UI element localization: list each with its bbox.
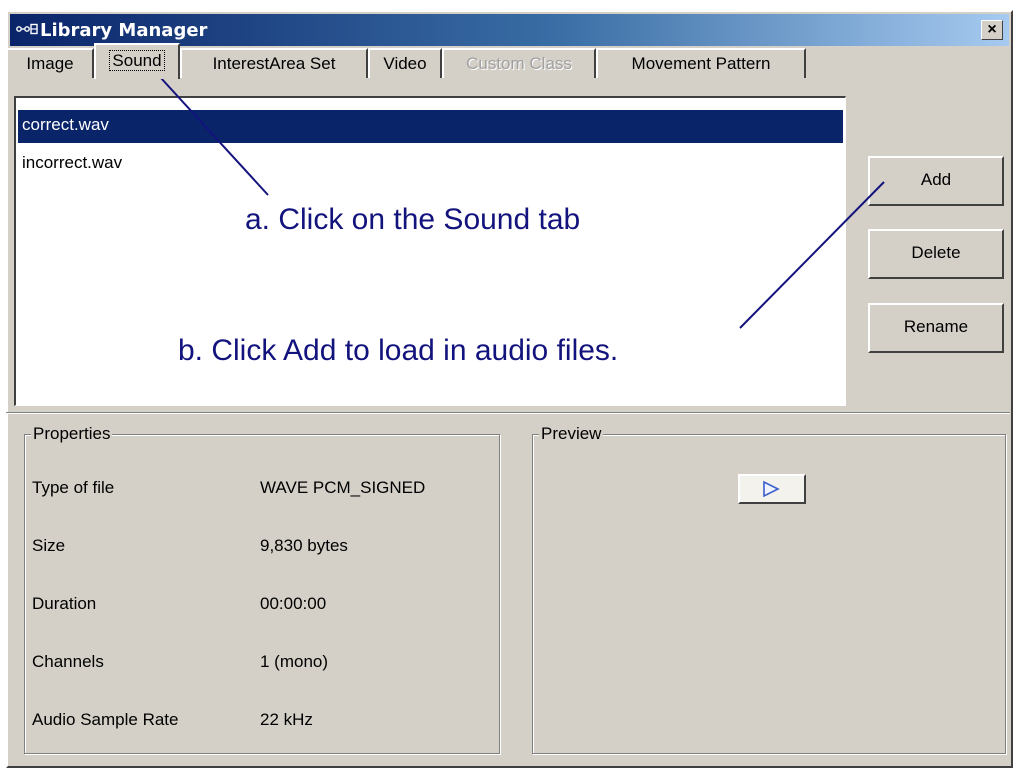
prop-name-size: Size bbox=[32, 536, 66, 555]
tab-image[interactable]: Image bbox=[6, 48, 94, 78]
annotation-a: a. Click on the Sound tab bbox=[245, 203, 581, 236]
tab-sound[interactable]: Sound bbox=[94, 43, 180, 79]
prop-value-type: WAVE PCM_SIGNED bbox=[260, 478, 426, 497]
prop-value-channels: 1 (mono) bbox=[260, 652, 329, 671]
prop-name-sample-rate: Audio Sample Rate bbox=[32, 710, 179, 729]
tab-movement-pattern[interactable]: Movement Pattern bbox=[596, 48, 806, 78]
prop-name-duration: Duration bbox=[32, 594, 97, 613]
tab-video[interactable]: Video bbox=[368, 48, 442, 78]
rename-button-label: Rename bbox=[903, 317, 969, 336]
annotation-b: b. Click Add to load in audio files. bbox=[178, 334, 619, 367]
prop-name-channels: Channels bbox=[32, 652, 104, 671]
delete-button[interactable]: Delete bbox=[868, 229, 1004, 279]
close-button[interactable]: × bbox=[981, 20, 1003, 40]
prop-value-duration: 00:00:00 bbox=[260, 594, 327, 613]
tab-strip: Image Sound InterestArea Set Video Custo… bbox=[6, 40, 1006, 79]
rename-button[interactable]: Rename bbox=[868, 303, 1004, 353]
tab-image-label: Image bbox=[26, 54, 74, 73]
preview-title: Preview bbox=[539, 424, 604, 444]
tab-movement-pattern-label: Movement Pattern bbox=[631, 54, 771, 73]
tab-video-label: Video bbox=[383, 54, 427, 73]
add-button-label: Add bbox=[920, 170, 952, 189]
tab-custom-class-label: Custom Class bbox=[466, 54, 572, 73]
list-item-label: correct.wav bbox=[22, 115, 109, 134]
list-item[interactable]: incorrect.wav bbox=[18, 148, 843, 181]
play-icon bbox=[763, 480, 780, 498]
library-manager-icon bbox=[16, 23, 38, 35]
prop-value-size: 9,830 bytes bbox=[260, 536, 348, 555]
tab-interestarea-set-label: InterestArea Set bbox=[212, 54, 336, 73]
add-button[interactable]: Add bbox=[868, 156, 1004, 206]
delete-button-label: Delete bbox=[911, 243, 961, 262]
close-icon: × bbox=[987, 21, 997, 38]
prop-value-sample-rate: 22 kHz bbox=[260, 710, 313, 729]
panel-divider bbox=[6, 412, 1010, 414]
tab-custom-class: Custom Class bbox=[442, 48, 596, 78]
list-item-label: incorrect.wav bbox=[22, 153, 123, 172]
tab-sound-label: Sound bbox=[109, 50, 165, 71]
window-title: Library Manager bbox=[40, 20, 208, 41]
list-item[interactable]: correct.wav bbox=[18, 110, 843, 143]
properties-title: Properties bbox=[31, 424, 113, 444]
tab-interestarea-set[interactable]: InterestArea Set bbox=[180, 48, 368, 78]
play-button[interactable] bbox=[738, 474, 806, 504]
prop-name-type: Type of file bbox=[32, 478, 115, 497]
